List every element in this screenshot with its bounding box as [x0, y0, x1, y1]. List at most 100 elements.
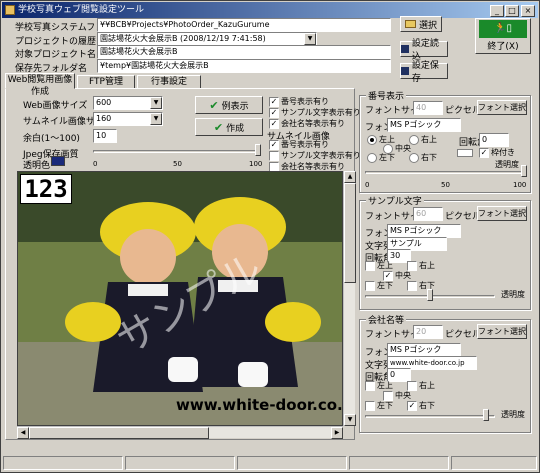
scroll-down-icon[interactable]: ▼ [344, 414, 356, 426]
checkbox-label: 会社名等表示有り [281, 119, 345, 128]
sample-opacity-slider[interactable] [365, 289, 495, 305]
checkbox[interactable]: ✓ [269, 118, 279, 129]
scroll-up-icon[interactable]: ▲ [344, 171, 356, 183]
close-button[interactable]: × [521, 5, 535, 17]
tab-web-image[interactable]: Web閲覧用画像作成 [5, 73, 75, 97]
create-button[interactable]: ✔ 作成 [195, 118, 263, 136]
number-frame-label: 枠付き [491, 148, 515, 157]
position-radio[interactable]: 右下 [409, 152, 437, 163]
slider-thumb[interactable] [255, 144, 261, 156]
number-font-field[interactable]: MS Pゴシック [387, 118, 461, 132]
scroll-right-icon[interactable]: ▶ [331, 427, 343, 439]
status-bar [3, 456, 537, 470]
number-opacity-slider[interactable] [365, 165, 527, 181]
option-checkbox[interactable]: サンプル文字表示有り [269, 150, 361, 161]
scroll-thumb[interactable] [344, 183, 356, 283]
checkbox-label: 右上 [419, 261, 435, 270]
app-icon [5, 5, 15, 15]
number-color-swatch[interactable] [457, 149, 473, 157]
radio-label: 右上 [421, 135, 437, 144]
radio[interactable] [409, 152, 419, 163]
floppy-icon [401, 67, 409, 75]
checkbox[interactable] [407, 380, 417, 391]
position-checkbox[interactable]: 右上 [407, 380, 435, 391]
thumb-size-select[interactable]: 160 ▼ [93, 112, 163, 126]
chevron-down-icon[interactable]: ▼ [304, 33, 316, 45]
title-bar[interactable]: 学校写真ウェブ閲覧設定ツール _ □ × [2, 2, 538, 18]
number-pixel-label: ピクセル [445, 106, 482, 116]
maximize-button[interactable]: □ [505, 5, 519, 17]
history-select[interactable]: 園誌場花火大会展示B (2008/12/19 7:41:58) ▼ [97, 32, 317, 46]
folder-icon [404, 20, 416, 28]
target-project-field[interactable]: 園誌場花火大会展示B [97, 45, 391, 59]
checkbox[interactable] [269, 150, 279, 161]
transparent-color-swatch[interactable] [51, 156, 65, 166]
checkbox[interactable]: ✓ [269, 107, 279, 118]
number-font-size-field[interactable]: 40 [413, 101, 443, 115]
margin-field[interactable]: 10 [93, 129, 117, 143]
number-rotation-field[interactable]: 0 [479, 133, 509, 147]
app-window: 学校写真ウェブ閲覧設定ツール _ □ × 学校写真システムフォルダ ¥¥BCB¥… [0, 0, 540, 473]
radio[interactable] [367, 152, 377, 163]
sample-font-size-field[interactable]: 60 [413, 207, 443, 221]
position-radio[interactable]: 左下 [367, 152, 395, 163]
company-font-select-button[interactable]: フォント選択 [477, 324, 527, 339]
sample-font-field[interactable]: MS Pゴシック [387, 224, 461, 238]
checkbox[interactable]: ✓ [479, 147, 489, 158]
checkbox[interactable] [365, 260, 375, 271]
position-checkbox[interactable]: 右上 [407, 260, 435, 271]
number-panel-title: 番号表示 [366, 89, 407, 102]
scroll-thumb[interactable] [29, 427, 209, 439]
checkbox-label: サンプル文字表示有り [281, 151, 361, 160]
company-font-field[interactable]: MS Pゴシック [387, 343, 461, 357]
checkbox[interactable]: ✓ [383, 270, 393, 281]
chevron-down-icon[interactable]: ▼ [150, 97, 162, 109]
preview-button[interactable]: ✔ 例表示 [195, 96, 263, 114]
position-radio[interactable]: 右上 [409, 134, 437, 145]
scroll-left-icon[interactable]: ◀ [17, 427, 29, 439]
check-icon: ✔ [213, 120, 224, 134]
company-opacity-slider[interactable] [365, 409, 495, 425]
system-folder-field[interactable]: ¥¥BCB¥Projects¥PhotoOrder_KazuGurume [97, 18, 391, 32]
number-overlay: 123 [20, 174, 72, 204]
margin-label: 余白(1～100) [23, 134, 80, 144]
option-checkbox[interactable]: ✓ 会社名等表示有り [269, 118, 345, 129]
status-pane [3, 456, 123, 470]
exit-icon: 🏃▯ [479, 20, 527, 38]
slider-thumb[interactable] [427, 289, 433, 301]
radio[interactable] [367, 134, 377, 145]
minimize-button[interactable]: _ [490, 5, 504, 17]
tab-ftp[interactable]: FTP管理 [77, 75, 135, 89]
chevron-down-icon[interactable]: ▼ [150, 113, 162, 125]
save-folder-field[interactable]: ¥temp¥園誌場花火大会展示B [97, 59, 391, 73]
checkbox-label: 右上 [419, 381, 435, 390]
checkbox[interactable]: ✓ [269, 139, 279, 150]
tab-event[interactable]: 行事設定 [137, 75, 201, 89]
checkbox[interactable] [383, 390, 393, 401]
status-pane [237, 456, 347, 470]
preview-vscroll[interactable]: ▲ ▼ [343, 171, 356, 426]
sample-font-select-button[interactable]: フォント選択 [477, 206, 527, 221]
slider-thumb[interactable] [521, 165, 527, 177]
preview-hscroll[interactable]: ◀ ▶ [17, 426, 343, 439]
company-font-size-field[interactable]: 20 [413, 325, 443, 339]
floppy-icon [401, 45, 409, 53]
option-checkbox[interactable]: ✓ 番号表示有り [269, 96, 329, 107]
save-settings-button[interactable]: 設定保存 [400, 61, 448, 84]
exit-button[interactable]: 🏃▯ 終了(X) [475, 18, 531, 54]
checkbox[interactable] [407, 260, 417, 271]
number-frame-check[interactable]: ✓ 枠付き [479, 147, 515, 158]
select-folder-button[interactable]: 選択 [400, 16, 442, 32]
slider-thumb[interactable] [483, 409, 489, 421]
checkbox[interactable]: ✓ [269, 96, 279, 107]
checkbox[interactable] [269, 161, 279, 172]
load-settings-button[interactable]: 設定読込 [400, 39, 448, 62]
checkbox[interactable] [365, 380, 375, 391]
number-font-select-button[interactable]: フォント選択 [477, 100, 527, 115]
jpeg-quality-slider[interactable] [93, 144, 261, 160]
sample-panel-title: サンプル文字 [366, 194, 424, 207]
option-checkbox[interactable]: ✓ 番号表示有り [269, 139, 329, 150]
history-value: 園誌場花火大会展示B (2008/12/19 7:41:58) [100, 34, 266, 43]
option-checkbox[interactable]: ✓ サンプル文字表示有り [269, 107, 361, 118]
web-size-select[interactable]: 600 ▼ [93, 96, 163, 110]
